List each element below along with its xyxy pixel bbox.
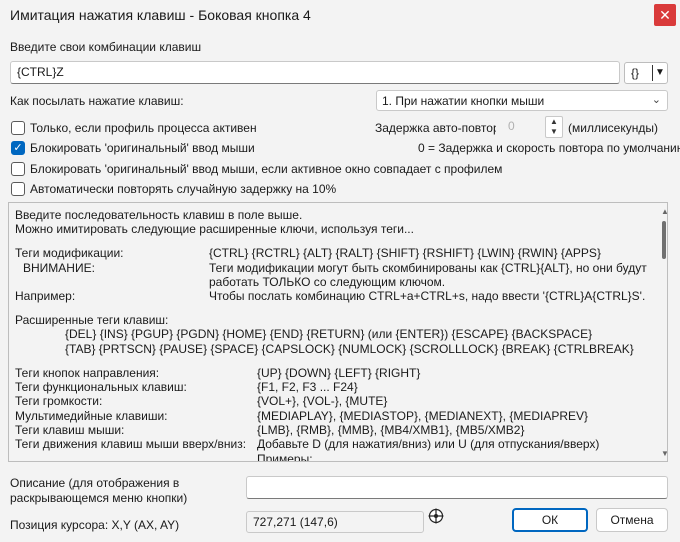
- help-row-value: {MEDIAPLAY}, {MEDIASTOP}, {MEDIANEXT}, {…: [257, 409, 589, 423]
- help-intro-1: Введите последовательность клавиш в поле…: [15, 208, 303, 222]
- help-row-value: {LMB}, {RMB}, {MMB}, {MB4/XMB1}, {MB5/XM…: [257, 423, 525, 437]
- help-mod-label: Теги модификации:: [15, 246, 124, 260]
- title-bar: Имитация нажатия клавиш - Боковая кнопка…: [0, 0, 680, 32]
- help-ext-label: Расширенные теги клавиш:: [15, 313, 169, 327]
- repeat-delay-input[interactable]: 0: [496, 116, 544, 138]
- keys-label: Введите свои комбинации клавиш: [10, 40, 202, 54]
- repeat-delay-label: Задержка авто-повтора: [375, 121, 507, 135]
- checkbox-random-delay[interactable]: [11, 182, 25, 196]
- repeat-delay-spinner[interactable]: ▲ ▼: [545, 116, 563, 138]
- ok-button[interactable]: ОК: [512, 508, 588, 532]
- option-label-random-delay: Автоматически повторять случайную задерж…: [30, 182, 337, 196]
- divider: [652, 65, 653, 81]
- cancel-button[interactable]: Отмена: [596, 508, 668, 532]
- chevron-down-icon: ▼: [655, 67, 665, 78]
- help-cut-line: Примеры:: [257, 452, 313, 462]
- keys-input[interactable]: {CTRL}Z: [10, 61, 620, 84]
- help-intro-2: Можно имитировать следующие расширенные …: [15, 222, 414, 236]
- help-example-label: Например:: [15, 289, 76, 303]
- scroll-down-icon[interactable]: ▼: [661, 449, 667, 458]
- help-row-label: Теги функциональных клавиш:: [15, 380, 187, 394]
- help-ext-line-2: {TAB} {PRTSCN} {PAUSE} {SPACE} {CAPSLOCK…: [65, 342, 634, 356]
- help-row-label: Теги громкости:: [15, 394, 103, 408]
- help-row-label: Теги клавиш мыши:: [15, 423, 125, 437]
- option-label-block-if-active: Блокировать 'оригинальный' ввод мыши, ес…: [30, 162, 503, 176]
- help-row-label: Теги движения клавиш мыши вверх/вниз:: [15, 437, 247, 451]
- checkbox-profile-active[interactable]: [11, 121, 25, 135]
- help-text-box[interactable]: Введите последовательность клавиш в поле…: [8, 202, 668, 462]
- description-label-2: раскрывающемся меню кнопки): [10, 491, 188, 505]
- scrollbar-thumb[interactable]: [662, 221, 666, 259]
- help-row-value: {F1, F2, F3 ... F24}: [257, 380, 358, 394]
- help-ext-line-1: {DEL} {INS} {PGUP} {PGDN} {HOME} {END} {…: [65, 327, 593, 341]
- cursor-position-value: 727,271 (147,6): [246, 511, 424, 533]
- scroll-up-icon[interactable]: ▲: [661, 207, 667, 216]
- help-warn-value-2: работать ТОЛЬКО со следующим ключом.: [209, 275, 446, 289]
- chevron-down-icon: ⌄: [651, 94, 661, 106]
- cursor-position-label: Позиция курсора: X,Y (AX, AY): [10, 518, 180, 532]
- close-icon: ✕: [659, 7, 671, 23]
- send-mode-select[interactable]: 1. При нажатии кнопки мыши ⌄: [376, 90, 668, 111]
- send-mode-value: 1. При нажатии кнопки мыши: [382, 94, 545, 108]
- description-label-1: Описание (для отображения в: [10, 476, 180, 490]
- help-mod-value: {CTRL} {RCTRL} {ALT} {RALT} {SHIFT} {RSH…: [209, 246, 601, 260]
- help-row-value: Добавьте D (для нажатия/вниз) или U (для…: [257, 437, 600, 451]
- help-example-value: Чтобы послать комбинацию CTRL+a+CTRL+s, …: [209, 289, 646, 303]
- checkbox-block-original[interactable]: ✓: [11, 141, 25, 155]
- repeat-delay-hint: 0 = Задержка и скорость повтора по умолч…: [418, 141, 680, 155]
- help-warn-value-1: Теги модификации могут быть скомбинирова…: [209, 261, 647, 275]
- help-row-value: {UP} {DOWN} {LEFT} {RIGHT}: [257, 366, 421, 380]
- braces-icon: {}: [631, 66, 640, 80]
- send-mode-label: Как посылать нажатие клавиш:: [10, 94, 184, 108]
- option-label-profile-active: Только, если профиль процесса активен: [30, 121, 257, 135]
- description-input[interactable]: [246, 476, 668, 499]
- crosshair-icon[interactable]: [428, 508, 444, 524]
- window-title: Имитация нажатия клавиш - Боковая кнопка…: [10, 7, 311, 23]
- checkbox-block-if-active[interactable]: [11, 162, 25, 176]
- repeat-delay-unit: (миллисекунды): [568, 121, 658, 135]
- macro-menu-button[interactable]: {} ▼: [624, 62, 668, 84]
- help-warn-label: ВНИМАНИЕ:: [23, 261, 95, 275]
- help-row-label: Мультимедийные клавиши:: [15, 409, 168, 423]
- help-row-value: {VOL+}, {VOL-}, {MUTE}: [257, 394, 388, 408]
- help-row-label: Теги кнопок направления:: [15, 366, 160, 380]
- option-label-block-original: Блокировать 'оригинальный' ввод мыши: [30, 141, 255, 155]
- close-button[interactable]: ✕: [654, 4, 676, 26]
